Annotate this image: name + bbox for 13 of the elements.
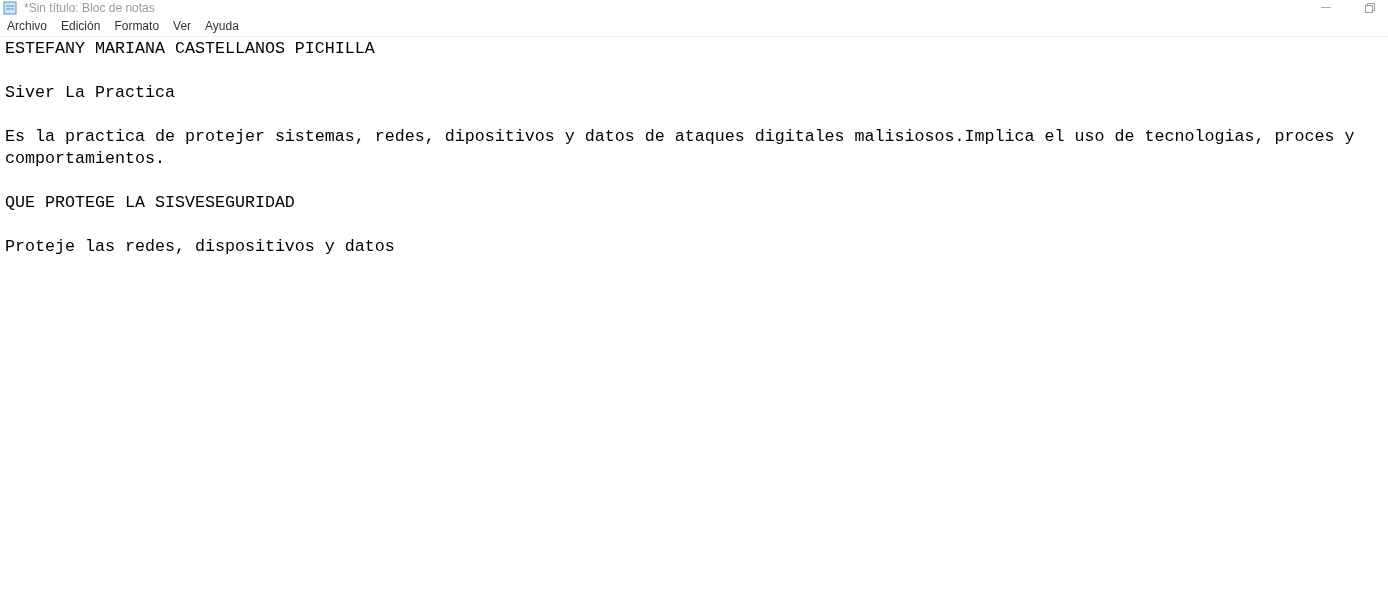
restore-icon[interactable]	[1365, 2, 1375, 13]
text-paragraph: QUE PROTEGE LA SISVESEGURIDAD	[5, 192, 296, 214]
menu-item[interactable]: Ver	[173, 16, 192, 35]
menu-item[interactable]: Ayuda	[205, 16, 239, 35]
text-paragraph: Siver La Practica	[5, 82, 176, 104]
menu-item[interactable]: Formato	[114, 16, 160, 35]
window-title: *Sin título: Bloc de notas	[24, 1, 155, 14]
menu-item[interactable]: Archivo	[7, 16, 47, 35]
notepad-icon	[3, 0, 18, 15]
text-paragraph: ESTEFANY MARIANA CASTELLANOS PICHILLA	[5, 38, 376, 60]
menu-item[interactable]: Edición	[61, 16, 101, 35]
text-paragraph: Es la practica de protejer sistemas, redes, dipositivos y datos de ataques digitales malisiosos.Implica el uso de tecnologias, proces y comportamientos.	[5, 126, 1356, 170]
text-paragraph: Proteje las redes, dispositivos y datos	[5, 236, 396, 258]
